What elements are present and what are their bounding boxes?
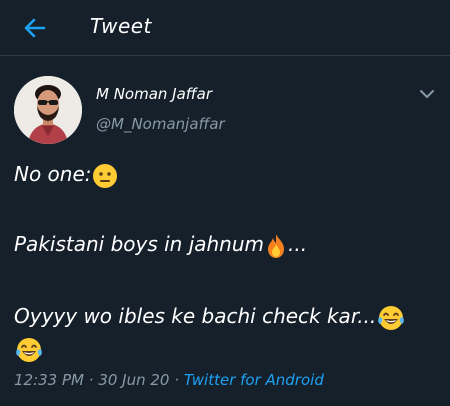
user-handle[interactable]: @M_Nomanjaffar [96,115,225,133]
chevron-down-icon [420,90,434,98]
tweet-text-segment: ... [288,232,308,256]
tweet-metadata: 12:33 PM · 30 Jun 20 · Twitter for Andro… [14,371,324,389]
tweet-line-4 [14,334,430,365]
tweet-source-link[interactable]: Twitter for Android [184,371,324,389]
fire-emoji [268,233,285,258]
meta-separator: · [174,371,180,389]
meta-separator: · [88,371,94,389]
back-button[interactable] [22,15,48,41]
arrow-left-icon [24,18,46,38]
profile-photo [14,76,82,144]
tweet-text-segment: Oyyyy wo ibles ke bachi check kar... [14,304,377,328]
tweet-line-3: Oyyyy wo ibles ke bachi check kar... [14,302,430,333]
tweet-detail-screen: Tweet M Noman Jaffar @M_Nomanjaffar No o… [0,0,450,406]
tears-of-joy-emoji [16,337,42,362]
user-display-name[interactable]: M Noman Jaffar [96,85,212,103]
user-avatar[interactable] [14,76,82,144]
tweet-text-segment: Pakistani boys in jahnum [14,232,265,256]
tweet-text-segment: No one: [14,162,92,186]
tweet-date: 30 Jun 20 [98,371,170,389]
tweet-time: 12:33 PM [14,371,84,389]
neutral-face-emoji [92,163,117,188]
top-app-bar: Tweet [0,0,450,55]
more-options-button[interactable] [416,86,438,102]
tweet-line-1: No one: [14,160,430,189]
tears-of-joy-emoji [378,305,405,330]
header-divider [0,55,450,56]
tweet-line-2: Pakistani boys in jahnum ... [14,230,430,259]
page-title: Tweet [90,14,152,38]
